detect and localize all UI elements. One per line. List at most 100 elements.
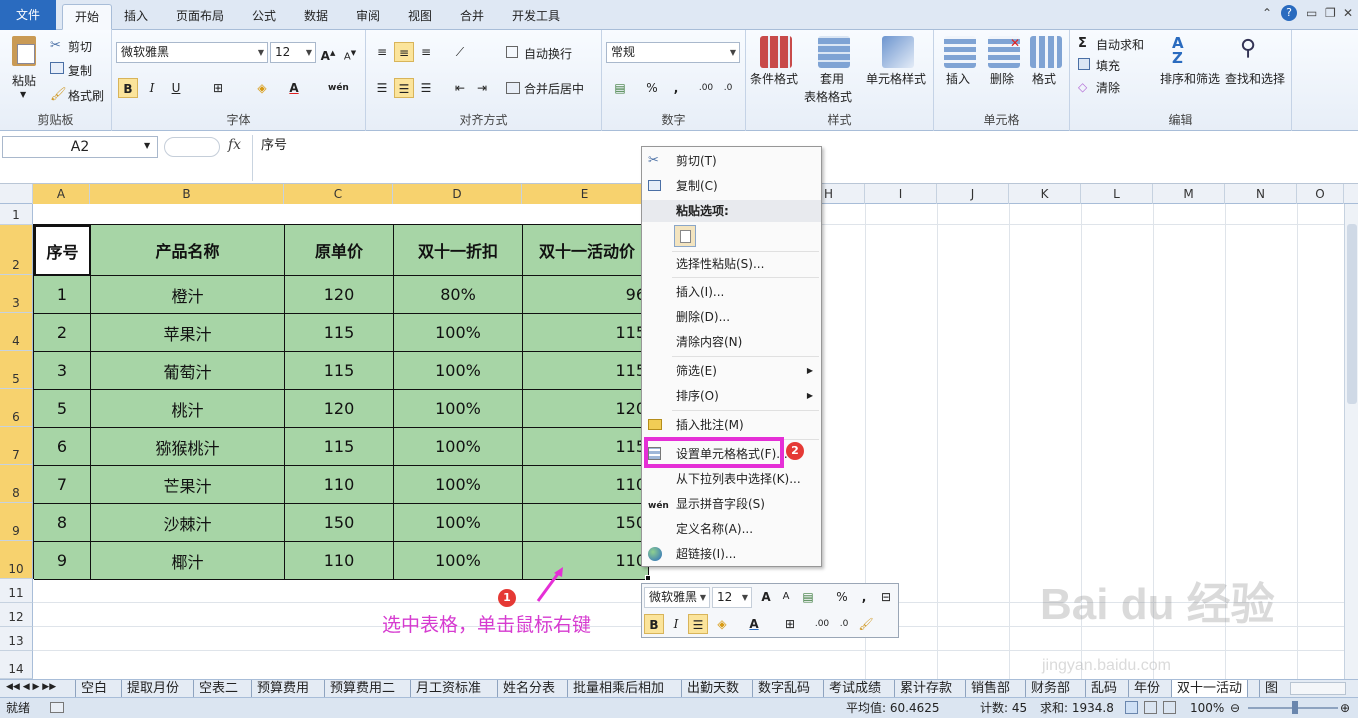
tab-home[interactable]: 开始 — [62, 4, 113, 30]
table-cell[interactable]: 100% — [394, 428, 523, 466]
header-cell[interactable]: 双十一活动价 — [523, 225, 649, 276]
table-cell[interactable]: 葡萄汁 — [91, 352, 285, 390]
conditional-format-button[interactable]: 条件格式 — [750, 70, 798, 87]
table-cell[interactable]: 9 — [34, 542, 91, 580]
column-header[interactable]: L — [1081, 184, 1153, 204]
table-cell[interactable]: 120 — [285, 276, 394, 314]
sheet-tab[interactable]: 累计存款 — [894, 680, 957, 698]
table-cell[interactable]: 110 — [285, 542, 394, 580]
table-cell[interactable]: 100% — [394, 314, 523, 352]
align-middle-icon[interactable]: ≡ — [394, 42, 414, 62]
tab-formulas[interactable]: 公式 — [240, 4, 288, 30]
row-header[interactable]: 4 — [0, 313, 33, 351]
sheet-tab[interactable]: 预算费用 — [251, 680, 314, 698]
help-icon[interactable]: ? — [1281, 5, 1297, 21]
zoom-out-icon[interactable]: ⊖ — [1230, 698, 1240, 718]
format-painter-button[interactable]: 格式刷 — [68, 87, 104, 104]
decrease-decimal-icon[interactable]: .0 — [834, 614, 854, 634]
menu-item-insert[interactable]: 插入(I)... — [642, 280, 821, 304]
table-cell[interactable]: 芒果汁 — [91, 466, 285, 504]
grow-font-icon[interactable]: A — [756, 587, 776, 607]
sheet-tab-active[interactable]: 双十一活动 — [1171, 680, 1249, 698]
find-select-button[interactable]: 查找和选择 — [1225, 70, 1285, 87]
select-all-corner[interactable] — [0, 184, 33, 204]
row-header[interactable]: 8 — [0, 465, 33, 503]
row-header[interactable]: 1 — [0, 204, 33, 225]
percent-icon[interactable]: % — [642, 78, 662, 98]
mini-font-select[interactable]: 微软雅黑 ▼ — [644, 587, 710, 608]
table-cell[interactable]: 115 — [523, 352, 649, 390]
menu-item-cut[interactable]: ✂ 剪切(T) — [642, 149, 821, 173]
decrease-indent-icon[interactable]: ⇤ — [450, 78, 470, 98]
align-right-icon[interactable]: ☰ — [416, 78, 436, 98]
table-cell[interactable]: 115 — [523, 314, 649, 352]
table-cell[interactable]: 150 — [285, 504, 394, 542]
tab-data[interactable]: 数据 — [292, 4, 340, 30]
menu-item-clear[interactable]: 清除内容(N) — [642, 330, 821, 354]
sheet-tab[interactable]: 月工资标准 — [410, 680, 486, 698]
paste-clipboard-icon[interactable] — [674, 225, 696, 247]
clear-button[interactable]: 清除 — [1096, 79, 1120, 96]
table-cell[interactable]: 120 — [285, 390, 394, 428]
sheet-tab[interactable]: 预算费用二 — [324, 680, 400, 698]
mini-comma-icon[interactable]: , — [854, 587, 874, 607]
column-header[interactable]: O — [1297, 184, 1344, 204]
page-break-view-icon[interactable] — [1163, 701, 1176, 714]
bold-icon[interactable]: B — [118, 78, 138, 98]
format-cells-button[interactable]: 格式 — [1032, 70, 1056, 87]
name-box-dropdown-icon[interactable]: ▼ — [144, 141, 150, 150]
tab-merge[interactable]: 合并 — [448, 4, 496, 30]
paste-dropdown-icon[interactable]: ▼ — [20, 90, 26, 99]
grow-font-icon[interactable]: A▲ — [318, 43, 338, 63]
header-cell[interactable]: 序号 — [34, 225, 91, 276]
column-header[interactable]: I — [865, 184, 937, 204]
zoom-level[interactable]: 100% — [1190, 698, 1224, 718]
sheet-tab[interactable]: 年份 — [1128, 680, 1165, 698]
row-header[interactable]: 7 — [0, 427, 33, 465]
name-box[interactable]: A2 — [2, 136, 158, 158]
header-cell[interactable]: 双十一折扣 — [394, 225, 523, 276]
fill-handle[interactable] — [645, 575, 651, 581]
horizontal-scrollbar[interactable] — [1290, 682, 1346, 695]
align-bottom-icon[interactable]: ≡ — [416, 42, 436, 62]
autosum-button[interactable]: 自动求和 — [1096, 36, 1144, 53]
merge-center-button[interactable]: 合并后居中 — [524, 80, 584, 97]
column-header[interactable]: A — [33, 184, 90, 204]
sheet-tab[interactable]: 考试成绩 — [823, 680, 886, 698]
phonetic-guide-icon[interactable]: wén — [328, 78, 349, 98]
increase-indent-icon[interactable]: ⇥ — [472, 78, 492, 98]
format-painter-icon[interactable]: 🖌 — [856, 614, 876, 634]
italic-icon[interactable]: I — [666, 614, 686, 634]
fill-button[interactable]: 填充 — [1096, 57, 1120, 74]
zoom-in-icon[interactable]: ⊕ — [1340, 698, 1350, 718]
tab-view[interactable]: 视图 — [396, 4, 444, 30]
sheet-tab[interactable]: 空表二 — [193, 680, 243, 698]
binoculars-icon[interactable]: ⚲ — [1240, 36, 1270, 66]
sheet-tab[interactable]: 姓名分表 — [497, 680, 560, 698]
font-color-icon[interactable]: A — [744, 614, 764, 634]
insert-function-icon[interactable]: fx — [228, 137, 241, 153]
menu-item-hyperlink[interactable]: 超链接(I)... — [642, 542, 821, 566]
fill-color-icon[interactable]: ◈ — [252, 78, 272, 98]
conditional-format-icon[interactable] — [760, 36, 792, 68]
font-size-select[interactable]: 12 ▼ — [270, 42, 316, 63]
align-center-icon[interactable]: ☰ — [688, 614, 708, 634]
table-cell[interactable]: 115 — [523, 428, 649, 466]
vertical-scrollbar[interactable] — [1344, 204, 1358, 679]
table-cell[interactable]: 7 — [34, 466, 91, 504]
row-header[interactable]: 12 — [0, 603, 33, 627]
table-cell[interactable]: 5 — [34, 390, 91, 428]
table-cell[interactable]: 100% — [394, 390, 523, 428]
border-icon[interactable]: ⊞ — [780, 614, 800, 634]
table-cell[interactable]: 6 — [34, 428, 91, 466]
table-cell[interactable]: 115 — [285, 352, 394, 390]
merge-icon[interactable]: ⊟ — [876, 587, 896, 607]
shrink-font-icon[interactable]: A — [776, 587, 796, 607]
row-header[interactable]: 14 — [0, 651, 33, 679]
column-header[interactable]: M — [1153, 184, 1225, 204]
table-cell[interactable]: 沙棘汁 — [91, 504, 285, 542]
row-header[interactable]: 13 — [0, 627, 33, 651]
table-cell[interactable]: 椰汁 — [91, 542, 285, 580]
tab-file[interactable]: 文件 — [0, 0, 56, 30]
column-header[interactable]: B — [90, 184, 284, 204]
